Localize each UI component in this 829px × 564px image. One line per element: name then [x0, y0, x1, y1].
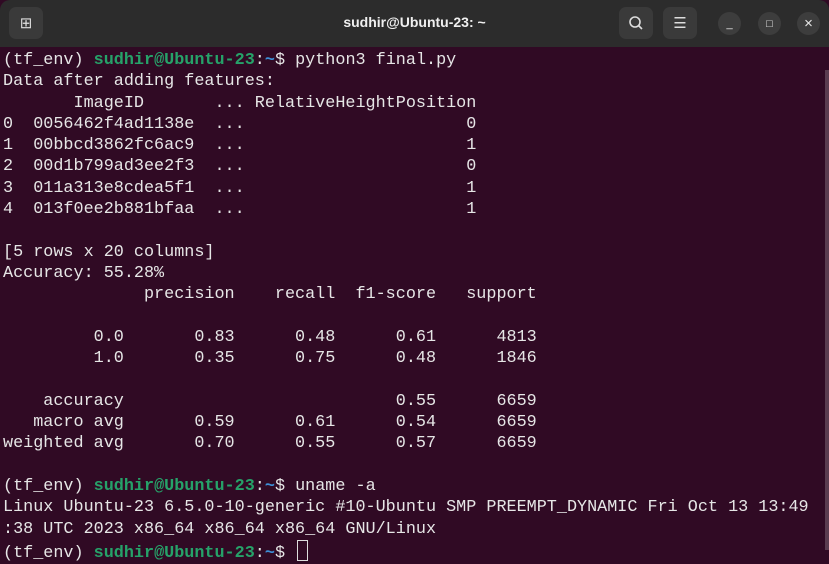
output-line: accuracy 0.55 6659	[3, 391, 537, 411]
prompt-dollar: $	[274, 543, 296, 563]
output-line: Data after adding features:	[3, 72, 275, 92]
output-line: Linux Ubuntu-23 6.5.0-10-generic #10-Ubu…	[3, 498, 809, 518]
close-button[interactable]: ×	[797, 12, 820, 35]
prompt-dollar: $	[274, 476, 296, 496]
search-icon	[629, 16, 643, 30]
output-line: ImageID ... RelativeHeightPosition	[3, 93, 477, 113]
prompt-user-host: sudhir@Ubuntu-23	[93, 476, 255, 496]
scrollbar[interactable]	[825, 70, 829, 550]
output-line: :38 UTC 2023 x86_64 x86_64 x86_64 GNU/Li…	[3, 519, 437, 539]
output-line: 0 0056462f4ad1138e ... 0	[3, 114, 477, 134]
prompt-colon: :	[254, 51, 265, 70]
output-line: 1.0 0.35 0.75 0.48 1846	[3, 349, 537, 369]
window-title: sudhir@Ubuntu-23: ~	[343, 14, 486, 30]
command-text: uname -a	[295, 476, 376, 496]
cursor[interactable]	[297, 539, 309, 561]
close-icon: ×	[804, 15, 813, 32]
output-line: 1 00bbcd3862fc6ac9 ... 1	[3, 136, 477, 156]
search-button[interactable]	[619, 7, 653, 39]
maximize-button[interactable]: □	[758, 12, 781, 35]
prompt-colon: :	[254, 476, 265, 496]
command-text: python3 final.py	[295, 51, 457, 70]
prompt-env: (tf_env)	[3, 543, 94, 563]
output-line: precision recall f1-score support	[3, 285, 537, 305]
menu-button[interactable]: ☰	[663, 7, 697, 39]
output-line: weighted avg 0.70 0.55 0.57 6659	[3, 434, 537, 454]
minimize-icon: _	[726, 17, 733, 30]
prompt-line: (tf_env) sudhir@Ubuntu-23:~$	[3, 539, 809, 563]
output-line: 2 00d1b799ad3ee2f3 ... 0	[3, 157, 477, 177]
title-bar: ⊞ sudhir@Ubuntu-23: ~ ☰ _ □ ×	[0, 0, 829, 47]
output-line: 3 011a313e8cdea5f1 ... 1	[3, 178, 477, 198]
minimize-button[interactable]: _	[718, 12, 741, 35]
output-line: 0.0 0.83 0.48 0.61 4813	[3, 327, 537, 347]
output-line: [5 rows x 20 columns]	[3, 242, 215, 262]
maximize-icon: □	[766, 17, 773, 30]
output-line: 4 013f0ee2b881bfaa ... 1	[3, 200, 477, 220]
prompt-dollar: $	[274, 51, 296, 70]
output-line: macro avg 0.59 0.61 0.54 6659	[3, 413, 537, 433]
menu-icon: ☰	[673, 15, 687, 32]
prompt-user-host: sudhir@Ubuntu-23	[93, 51, 255, 70]
prompt-env: (tf_env)	[3, 51, 94, 70]
prompt-path: ~	[264, 476, 275, 496]
prompt-user-host: sudhir@Ubuntu-23	[93, 543, 255, 563]
prompt-path: ~	[264, 543, 275, 563]
prompt-path: ~	[264, 51, 275, 70]
prompt-line: (tf_env) sudhir@Ubuntu-23:~$ uname -a	[3, 476, 809, 497]
terminal-output[interactable]: (tf_env) sudhir@Ubuntu-23:~$ python3 fin…	[3, 50, 809, 563]
prompt-env: (tf_env)	[3, 476, 94, 496]
output-line: Accuracy: 55.28%	[3, 263, 165, 283]
prompt-colon: :	[254, 543, 265, 563]
prompt-line: (tf_env) sudhir@Ubuntu-23:~$ python3 fin…	[3, 50, 809, 71]
